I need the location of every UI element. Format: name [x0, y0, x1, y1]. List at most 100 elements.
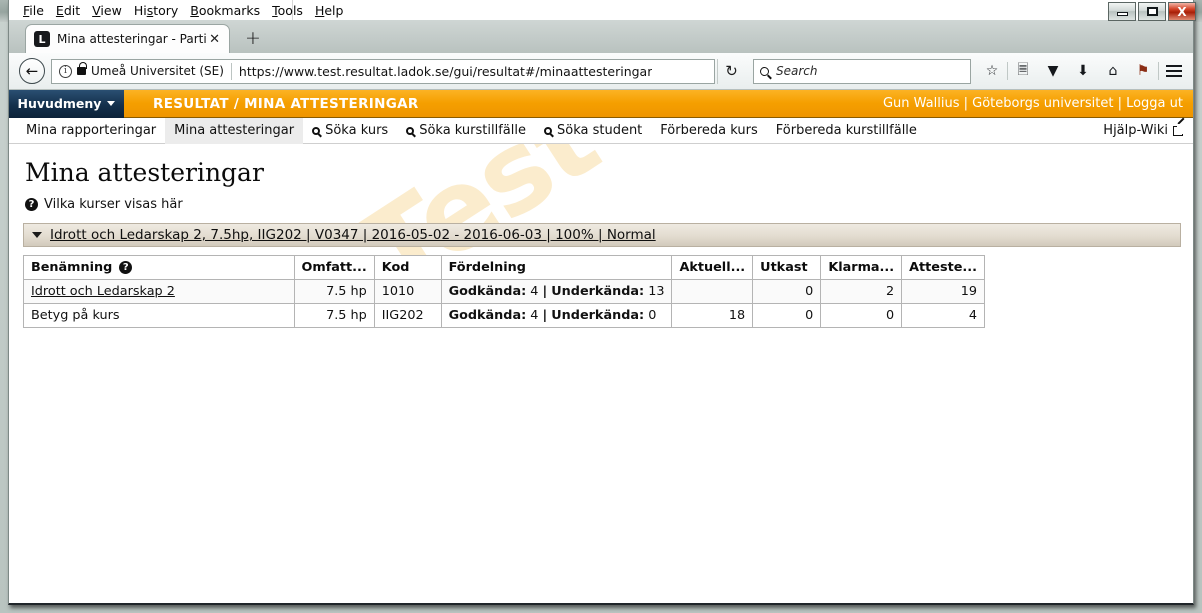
main-menu-button[interactable]: Huvudmeny — [9, 90, 124, 118]
search-icon — [312, 126, 321, 135]
help-wiki-label: Hjälp-Wiki — [1103, 123, 1168, 138]
col-header-kod[interactable]: Kod — [373, 255, 442, 280]
external-link-icon — [1173, 123, 1187, 136]
table-row[interactable]: Betyg på kurs 7.5 hp IIG202 Godkända: 4 … — [23, 303, 985, 328]
course-accordion-label: Idrott och Ledarskap 2, 7.5hp, IIG202 | … — [50, 227, 656, 243]
tab-mina-rapporteringar[interactable]: Mina rapporteringar — [17, 118, 165, 144]
hamburger-glyph — [1166, 65, 1182, 77]
extension-icon[interactable]: ⚑ — [1128, 57, 1158, 85]
col-header-fordelning[interactable]: Fördelning — [440, 255, 673, 280]
back-arrow-icon: ← — [25, 62, 39, 80]
help-question-icon[interactable]: ? — [119, 261, 133, 274]
search-icon — [543, 126, 552, 135]
col-header-aktuella[interactable]: Aktuell... — [671, 255, 754, 280]
window-controls: X — [1108, 2, 1196, 21]
fordelning-underkanda-value: 13 — [648, 284, 665, 299]
close-icon: X — [1177, 4, 1187, 19]
back-button[interactable]: ← — [19, 58, 45, 84]
breadcrumb: RESULTAT / MINA ATTESTERINGAR — [153, 95, 419, 112]
cell-klarmarkerade: 0 — [820, 303, 903, 328]
cell-utkast: 0 — [752, 303, 822, 328]
course-accordion-header[interactable]: Idrott och Ledarskap 2, 7.5hp, IIG202 | … — [23, 223, 1181, 247]
new-tab-button[interactable]: + — [245, 28, 261, 48]
maximize-icon — [1146, 7, 1158, 16]
cell-attesterade: 4 — [901, 303, 985, 328]
table-row[interactable]: Idrott och Ledarskap 2 7.5 hp 1010 Godkä… — [23, 279, 985, 304]
menu-tools[interactable]: Tools — [266, 3, 309, 18]
tab-soka-student[interactable]: Söka student — [535, 118, 651, 144]
results-table-body: Idrott och Ledarskap 2 7.5 hp 1010 Godkä… — [23, 279, 985, 328]
tab-mina-attesteringar[interactable]: Mina attesteringar — [165, 117, 304, 144]
fordelning-underkanda-value: 0 — [648, 308, 657, 323]
col-header-utkast[interactable]: Utkast — [752, 255, 822, 280]
menu-file[interactable]: File — [17, 3, 50, 18]
fordelning-godkanda-label: Godkända: — [448, 284, 527, 299]
menu-view[interactable]: View — [86, 3, 128, 18]
cell-omfattning: 7.5 hp — [293, 279, 375, 304]
col-header-klarmarkerade[interactable]: Klarma... — [820, 255, 903, 280]
page-info-icon[interactable]: i — [59, 64, 72, 78]
browser-tab-title: Mina attesteringar - Partici... — [57, 32, 207, 46]
cell-utkast: 0 — [752, 279, 822, 304]
col-header-attesterade[interactable]: Atteste... — [901, 255, 985, 280]
cell-benamning[interactable]: Idrott och Ledarskap 2 — [23, 279, 295, 304]
cell-attesterade: 19 — [901, 279, 985, 304]
menu-edit[interactable]: Edit — [50, 3, 86, 18]
search-icon — [760, 66, 769, 76]
menu-bookmarks[interactable]: Bookmarks — [184, 3, 266, 18]
tab-label: Mina attesteringar — [174, 123, 295, 138]
tab-forbereda-kurstillfalle[interactable]: Förbereda kurstillfälle — [767, 118, 926, 144]
browser-navigation-toolbar: ← i Umeå Universitet (SE) https://www.te… — [9, 53, 1193, 90]
reload-button[interactable]: ↻ — [717, 58, 745, 84]
menu-history[interactable]: History — [128, 3, 184, 18]
minimize-button[interactable] — [1108, 2, 1136, 21]
browser-menubar: File Edit View History Bookmarks Tools H… — [9, 0, 343, 20]
application-header-bar: Huvudmeny RESULTAT / MINA ATTESTERINGAR … — [9, 90, 1193, 118]
which-courses-help-link[interactable]: ? Vilka kurser visas här — [25, 197, 1181, 212]
help-wiki-link[interactable]: Hjälp-Wiki — [1103, 123, 1187, 138]
tab-forbereda-kurs[interactable]: Förbereda kurs — [651, 118, 766, 144]
maximize-button[interactable] — [1138, 2, 1166, 21]
results-table-head: Benämning ? Omfatt... Kod Fördelning Akt… — [23, 255, 985, 280]
col-header-label: Benämning — [31, 260, 113, 275]
tab-label: Mina rapporteringar — [26, 123, 157, 138]
menu-hamburger-icon[interactable] — [1159, 57, 1189, 85]
address-divider — [230, 62, 232, 80]
home-icon[interactable]: ⌂ — [1098, 57, 1128, 85]
pocket-icon[interactable]: ▼ — [1038, 57, 1068, 85]
application-nav-tabs: Mina rapporteringar Mina attesteringar S… — [9, 117, 1193, 144]
col-header-benamning[interactable]: Benämning ? — [23, 255, 295, 280]
cell-fordelning: Godkända: 4 | Underkända: 13 — [440, 279, 673, 304]
tab-soka-kurs[interactable]: Söka kurs — [303, 118, 397, 144]
results-table: Benämning ? Omfatt... Kod Fördelning Akt… — [23, 255, 985, 328]
chevron-down-icon — [32, 232, 42, 238]
bookmark-star-icon[interactable]: ☆ — [977, 57, 1007, 85]
tab-label: Förbereda kurstillfälle — [775, 123, 917, 138]
user-session-info[interactable]: Gun Wallius | Göteborgs universitet | Lo… — [883, 96, 1183, 111]
col-header-omfattning[interactable]: Omfatt... — [293, 255, 375, 280]
search-placeholder: Search — [776, 64, 818, 78]
menu-help[interactable]: Help — [309, 3, 350, 18]
help-question-icon: ? — [25, 198, 38, 211]
module-link[interactable]: Idrott och Ledarskap 2 — [31, 284, 175, 299]
browser-tab-active[interactable]: L Mina attesteringar - Partici... ✕ — [25, 24, 230, 53]
address-bar[interactable]: i Umeå Universitet (SE) https://www.test… — [51, 58, 715, 84]
browser-search-box[interactable]: Search — [753, 58, 971, 84]
browser-window: File Edit View History Bookmarks Tools H… — [8, 0, 1194, 605]
cell-aktuella: 18 — [671, 303, 754, 328]
cell-aktuella — [671, 279, 754, 304]
tab-label: Söka kurstillfälle — [419, 123, 526, 138]
cell-klarmarkerade: 2 — [820, 279, 903, 304]
fordelning-underkanda-label: Underkända: — [551, 284, 645, 299]
tab-close-icon[interactable]: ✕ — [206, 32, 223, 47]
browser-tabstrip: L Mina attesteringar - Partici... ✕ + — [9, 20, 1193, 53]
cell-fordelning: Godkända: 4 | Underkända: 0 — [440, 303, 673, 328]
reload-icon: ↻ — [725, 61, 738, 80]
close-button[interactable]: X — [1168, 2, 1196, 21]
url-text: https://www.test.resultat.ladok.se/gui/r… — [238, 63, 653, 79]
reader-list-icon[interactable]: 🗏 — [1008, 57, 1038, 85]
download-icon[interactable]: ⬇ — [1068, 57, 1098, 85]
tab-soka-kurstillfalle[interactable]: Söka kurstillfälle — [397, 118, 535, 144]
fordelning-separator: | — [542, 284, 548, 299]
minimize-icon — [1116, 12, 1128, 16]
